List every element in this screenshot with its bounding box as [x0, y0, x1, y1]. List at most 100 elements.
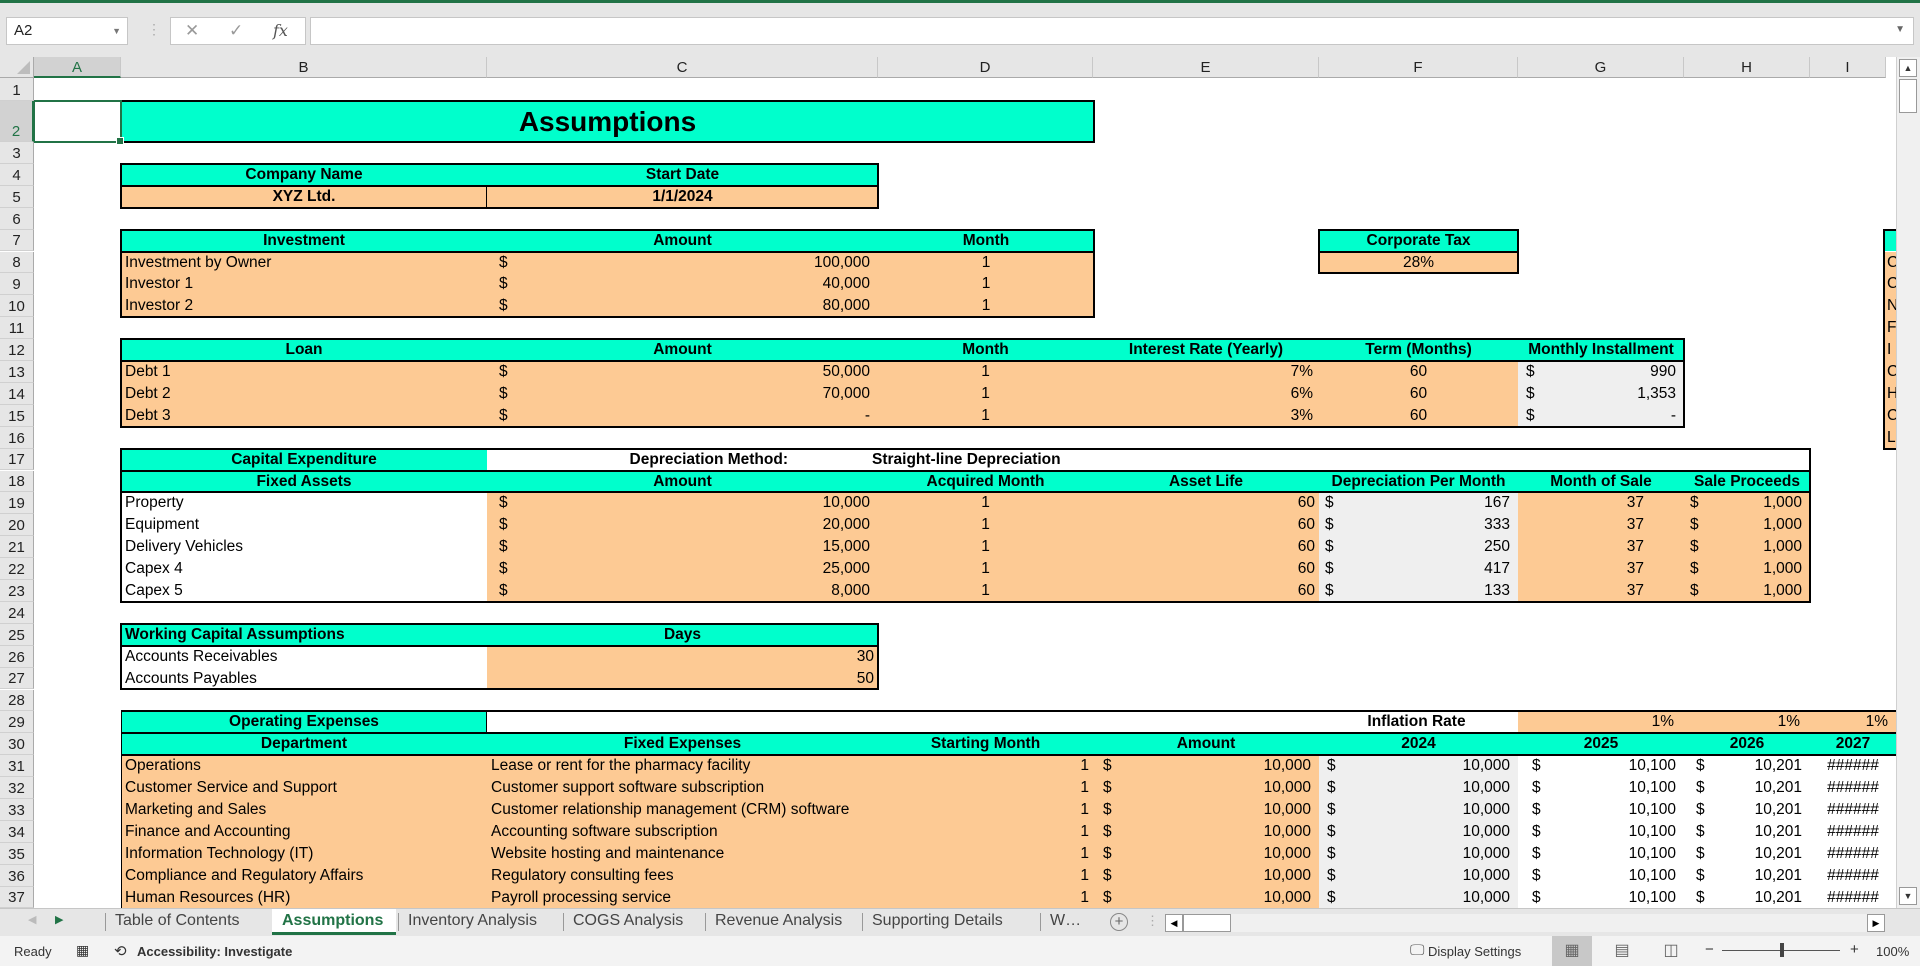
row-header-37[interactable]: 37: [0, 886, 34, 908]
partial-cell[interactable]: I: [1884, 339, 1896, 361]
row-header-22[interactable]: 22: [0, 558, 34, 580]
month-of-sale[interactable]: 37: [1518, 536, 1684, 559]
row-header-31[interactable]: 31: [0, 755, 34, 778]
investment-label[interactable]: Investment by Owner: [121, 251, 487, 274]
row-header-24[interactable]: 24: [0, 601, 34, 624]
investment-month[interactable]: 1: [878, 295, 1094, 318]
row-header-29[interactable]: 29: [0, 711, 34, 734]
row-header-11[interactable]: 11: [0, 317, 34, 340]
row-header-19[interactable]: 19: [0, 492, 34, 515]
month-of-sale[interactable]: 37: [1518, 558, 1684, 580]
scroll-up-icon[interactable]: ▲: [1899, 59, 1917, 77]
column-header-d[interactable]: D: [878, 57, 1093, 78]
starting-month[interactable]: 1: [878, 842, 1093, 865]
macro-record-icon[interactable]: ▦: [76, 942, 89, 959]
opex-amount[interactable]: 10,000: [1133, 887, 1319, 908]
month-of-sale[interactable]: 37: [1518, 492, 1684, 515]
acquired-month[interactable]: 1: [878, 558, 1093, 580]
depreciation-method-value[interactable]: Straight-line Depreciation: [868, 449, 1319, 471]
department-label[interactable]: Compliance and Regulatory Affairs: [121, 864, 487, 887]
zoom-slider-thumb[interactable]: [1780, 943, 1784, 957]
loan-label[interactable]: Debt 1: [121, 361, 487, 383]
cancel-icon[interactable]: ✕: [185, 21, 199, 41]
page-break-view-icon[interactable]: ◫: [1651, 936, 1691, 966]
add-sheet-icon[interactable]: +: [1110, 913, 1128, 931]
loan-interest-rate[interactable]: 7%: [1093, 361, 1319, 383]
sheet-tab-revenue-analysis[interactable]: Revenue Analysis: [705, 909, 861, 935]
asset-life[interactable]: 60: [1093, 514, 1319, 537]
row-header-20[interactable]: 20: [0, 514, 34, 537]
partial-cell[interactable]: F: [1884, 317, 1896, 340]
starting-month[interactable]: 1: [878, 777, 1093, 799]
column-header-f[interactable]: F: [1319, 57, 1518, 78]
working-capital-days[interactable]: 30: [487, 645, 878, 668]
row-header-9[interactable]: 9: [0, 273, 34, 296]
sale-proceeds[interactable]: 1,000: [1714, 580, 1810, 602]
row-header-23[interactable]: 23: [0, 580, 34, 602]
row-header-7[interactable]: 7: [0, 229, 34, 252]
acquired-month[interactable]: 1: [878, 580, 1093, 602]
investment-label[interactable]: Investor 1: [121, 273, 487, 296]
chevron-down-icon[interactable]: ▼: [112, 18, 121, 44]
fixed-expense-label[interactable]: Customer support software subscription: [487, 777, 878, 799]
starting-month[interactable]: 1: [878, 820, 1093, 843]
horizontal-scroll-thumb[interactable]: [1183, 914, 1231, 932]
row-header-34[interactable]: 34: [0, 820, 34, 843]
fixed-expense-label[interactable]: Payroll processing service: [487, 886, 878, 908]
fixed-asset-amount[interactable]: 10,000: [547, 492, 878, 514]
row-header-5[interactable]: 5: [0, 185, 34, 208]
row-header-33[interactable]: 33: [0, 799, 34, 821]
formula-input[interactable]: ▼: [310, 17, 1914, 45]
row-header-15[interactable]: 15: [0, 404, 34, 427]
department-label[interactable]: Human Resources (HR): [121, 886, 487, 908]
column-header-g[interactable]: G: [1518, 57, 1684, 78]
department-label[interactable]: Customer Service and Support: [121, 777, 487, 799]
department-label[interactable]: Information Technology (IT): [121, 842, 487, 865]
row-header-6[interactable]: 6: [0, 207, 34, 230]
partial-cell[interactable]: C: [1884, 404, 1896, 427]
row-header-32[interactable]: 32: [0, 777, 34, 799]
row-header-28[interactable]: 28: [0, 689, 34, 712]
starting-month[interactable]: 1: [878, 864, 1093, 887]
column-header-c[interactable]: C: [487, 57, 878, 78]
zoom-in-button[interactable]: +: [1850, 941, 1859, 958]
loan-month[interactable]: 1: [878, 404, 1093, 427]
row-header-10[interactable]: 10: [0, 295, 34, 318]
row-header-12[interactable]: 12: [0, 339, 34, 361]
active-cell-selection[interactable]: [34, 100, 124, 145]
fixed-asset-amount[interactable]: 25,000: [547, 558, 878, 580]
partial-cell[interactable]: L: [1884, 426, 1896, 449]
loan-term[interactable]: 60: [1319, 404, 1518, 427]
asset-life[interactable]: 60: [1093, 580, 1319, 602]
fixed-expense-label[interactable]: Website hosting and maintenance: [487, 842, 878, 865]
starting-month[interactable]: 1: [878, 799, 1093, 821]
investment-label[interactable]: Investor 2: [121, 295, 487, 318]
fixed-expense-label[interactable]: Lease or rent for the pharmacy facility: [487, 755, 878, 778]
sheet-tab-cogs-analysis[interactable]: COGS Analysis: [563, 909, 703, 935]
accessibility-icon[interactable]: ⟲: [114, 942, 127, 960]
asset-life[interactable]: 60: [1093, 536, 1319, 559]
row-header-17[interactable]: 17: [0, 448, 34, 471]
accessibility-status[interactable]: Accessibility: Investigate: [137, 944, 292, 959]
investment-month[interactable]: 1: [878, 273, 1094, 296]
zoom-level[interactable]: 100%: [1876, 944, 1909, 959]
column-header-b[interactable]: B: [121, 57, 487, 78]
loan-interest-rate[interactable]: 6%: [1093, 382, 1319, 405]
department-label[interactable]: Finance and Accounting: [121, 820, 487, 843]
scroll-right-icon[interactable]: ▶: [1867, 914, 1885, 932]
name-box[interactable]: A2 ▼: [6, 17, 128, 45]
working-capital-label[interactable]: Accounts Receivables: [121, 646, 487, 668]
inflation-rate-2025[interactable]: 1%: [1518, 711, 1684, 734]
insert-function-icon[interactable]: fx: [273, 21, 288, 40]
row-header-18[interactable]: 18: [0, 470, 34, 493]
working-capital-days[interactable]: 50: [487, 667, 878, 690]
row-header-36[interactable]: 36: [0, 864, 34, 887]
fixed-expense-label[interactable]: Customer relationship management (CRM) s…: [487, 799, 878, 821]
opex-amount[interactable]: 10,000: [1133, 777, 1319, 799]
partial-cell[interactable]: C: [1884, 251, 1896, 274]
fixed-asset-label[interactable]: Capex 5: [121, 580, 487, 602]
loan-month[interactable]: 1: [878, 361, 1093, 383]
row-header-1[interactable]: 1: [0, 78, 34, 101]
month-of-sale[interactable]: 37: [1518, 514, 1684, 537]
row-header-14[interactable]: 14: [0, 382, 34, 405]
